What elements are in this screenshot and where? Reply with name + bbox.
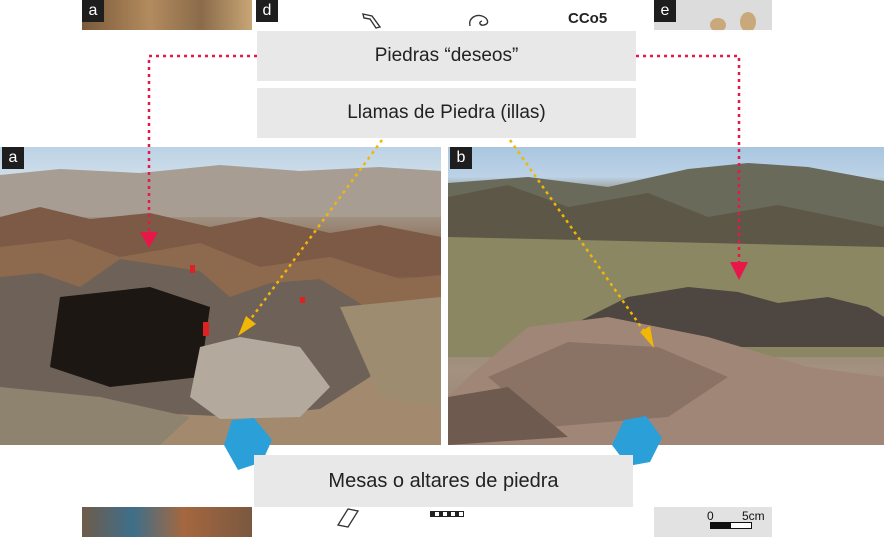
label-mesas-altares: Mesas o altares de piedra bbox=[254, 455, 633, 507]
yellow-dotted-arrow-right-icon bbox=[508, 139, 654, 348]
red-dotted-arrow-right-icon bbox=[636, 54, 748, 280]
yellow-dotted-arrow-left-icon bbox=[238, 139, 384, 336]
red-dotted-arrow-left-icon bbox=[140, 54, 257, 248]
